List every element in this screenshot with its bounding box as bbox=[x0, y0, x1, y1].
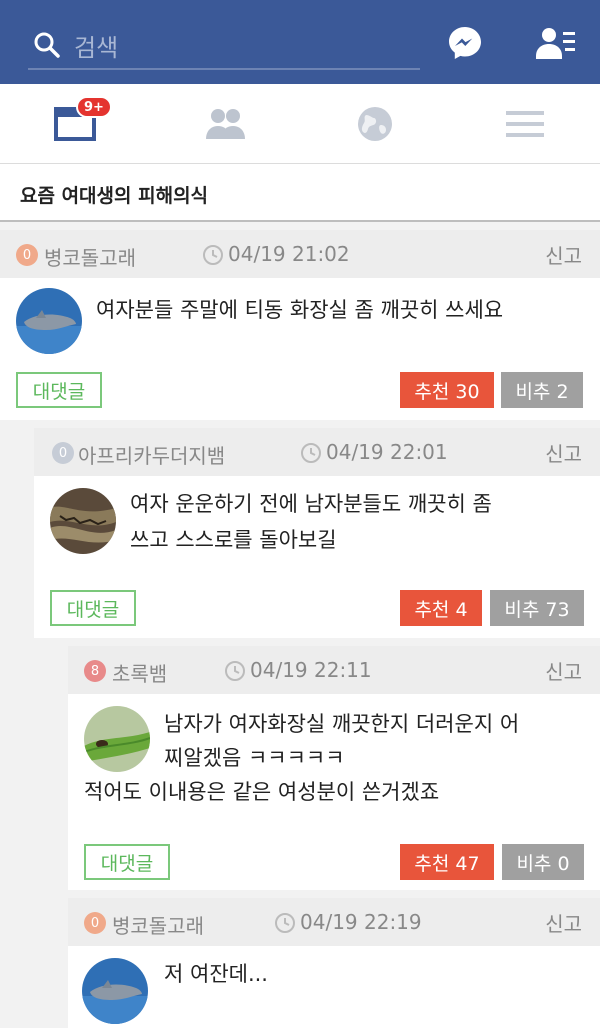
comment-header: 8 초록뱀 04/19 22:11 신고 bbox=[68, 646, 600, 694]
comment-header: 0 아프리카두더지뱀 04/19 22:01 신고 bbox=[34, 428, 600, 476]
timestamp: 04/19 21:02 bbox=[228, 242, 350, 266]
upvote-button[interactable]: 추천 30 bbox=[400, 372, 494, 408]
comment-text: 여자분들 주말에 티동 화장실 좀 깨끗히 쓰세요 bbox=[96, 298, 504, 322]
top-bar: 검색 bbox=[0, 0, 600, 84]
comment-text-line: 적어도 이내용은 같은 여성분이 쓴거겠죠 bbox=[84, 780, 440, 804]
report-link[interactable]: 신고 bbox=[545, 438, 582, 467]
search-input[interactable]: 검색 bbox=[74, 28, 118, 63]
report-link[interactable]: 신고 bbox=[545, 656, 582, 685]
globe-icon[interactable] bbox=[353, 102, 397, 146]
comment-header: 0 병코돌고래 04/19 21:02 신고 bbox=[0, 230, 600, 278]
timestamp: 04/19 22:19 bbox=[300, 910, 422, 934]
reply-button[interactable]: 대댓글 bbox=[16, 372, 102, 408]
title-bar: 요즘 여대생의 피해의식 bbox=[0, 164, 600, 222]
comment-header: 0 병코돌고래 04/19 22:19 신고 bbox=[68, 898, 600, 946]
page-title: 요즘 여대생의 피해의식 bbox=[20, 185, 209, 207]
avatar[interactable] bbox=[84, 706, 150, 772]
upvote-button[interactable]: 추천 4 bbox=[400, 590, 482, 626]
downvote-button[interactable]: 비추 0 bbox=[502, 844, 584, 880]
comment-text-line: 쓰고 스스로를 돌아보길 bbox=[130, 528, 337, 552]
author-name[interactable]: 초록뱀 bbox=[112, 658, 167, 687]
avatar[interactable] bbox=[16, 288, 82, 354]
downvote-button[interactable]: 비추 2 bbox=[501, 372, 583, 408]
comment-text-line: 찌알겠음 ㅋㅋㅋㅋㅋ bbox=[164, 746, 345, 770]
notification-badge: 9+ bbox=[76, 96, 112, 118]
level-badge: 0 bbox=[16, 244, 38, 266]
clock-icon bbox=[224, 660, 246, 682]
search-icon[interactable] bbox=[30, 28, 64, 62]
clock-icon bbox=[274, 912, 296, 934]
author-name[interactable]: 병코돌고래 bbox=[112, 910, 204, 939]
comment: 0 병코돌고래 04/19 22:19 신고 저 여잔데... bbox=[68, 898, 600, 1028]
report-link[interactable]: 신고 bbox=[545, 908, 582, 937]
level-badge: 0 bbox=[84, 912, 106, 934]
level-badge: 8 bbox=[84, 660, 106, 682]
level-badge: 0 bbox=[52, 442, 74, 464]
search-bar[interactable]: 검색 bbox=[28, 22, 420, 70]
timestamp: 04/19 22:01 bbox=[326, 440, 448, 464]
messenger-icon[interactable] bbox=[446, 24, 484, 62]
comment-text-line: 여자 운운하기 전에 남자분들도 깨끗히 좀 bbox=[130, 492, 492, 516]
menu-icon[interactable] bbox=[503, 102, 547, 146]
avatar[interactable] bbox=[50, 488, 116, 554]
reply-button[interactable]: 대댓글 bbox=[84, 844, 170, 880]
comment: 8 초록뱀 04/19 22:11 신고 남자가 여자화장실 깨끗한지 더러운지… bbox=[68, 646, 600, 890]
comment-text: 저 여잔데... bbox=[164, 962, 268, 986]
report-link[interactable]: 신고 bbox=[545, 240, 582, 269]
clock-icon bbox=[300, 442, 322, 464]
author-name[interactable]: 병코돌고래 bbox=[44, 242, 136, 271]
friend-requests-icon[interactable] bbox=[536, 26, 576, 62]
avatar[interactable] bbox=[82, 958, 148, 1024]
comment: 0 아프리카두더지뱀 04/19 22:01 신고 여자 운운하기 전에 남자분… bbox=[34, 428, 600, 638]
author-name[interactable]: 아프리카두더지뱀 bbox=[78, 440, 225, 469]
comment: 0 병코돌고래 04/19 21:02 신고 여자분들 주말에 티동 화장실 좀… bbox=[0, 230, 600, 420]
comment-text-line: 남자가 여자화장실 깨끗한지 더러운지 어 bbox=[164, 712, 520, 736]
friends-icon[interactable] bbox=[203, 102, 247, 146]
timestamp: 04/19 22:11 bbox=[250, 658, 372, 682]
upvote-button[interactable]: 추천 47 bbox=[400, 844, 494, 880]
clock-icon bbox=[202, 244, 224, 266]
reply-button[interactable]: 대댓글 bbox=[50, 590, 136, 626]
downvote-button[interactable]: 비추 73 bbox=[490, 590, 584, 626]
